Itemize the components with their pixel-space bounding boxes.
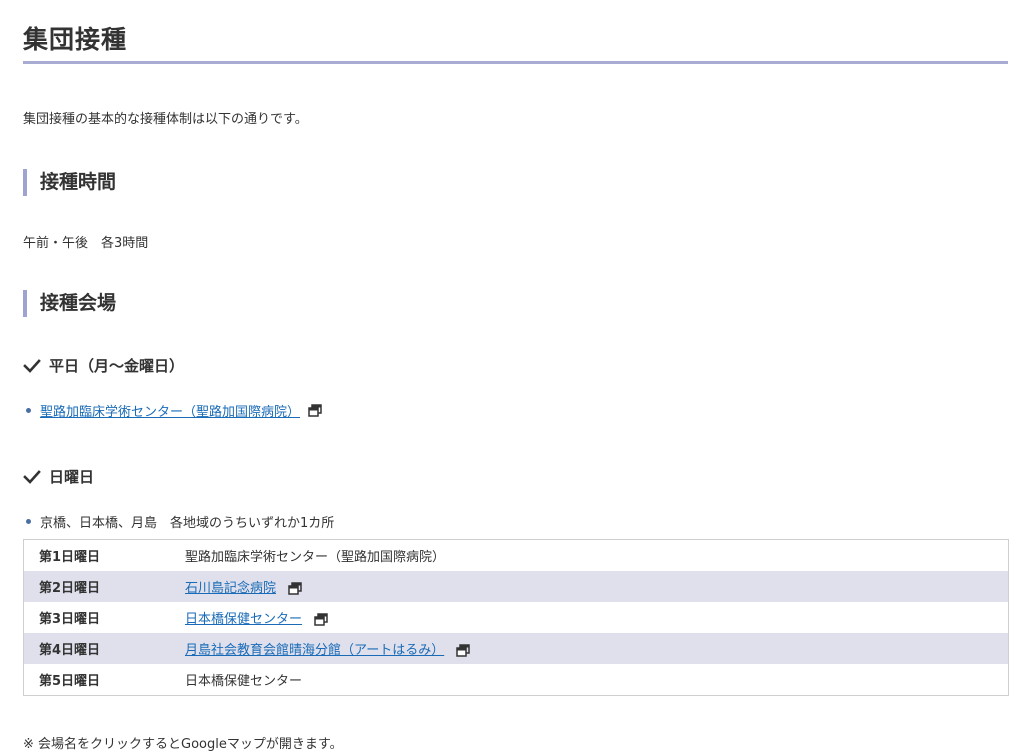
table-row: 第1日曜日 聖路加臨床学術センター（聖路加国際病院）: [24, 540, 1009, 572]
checkmark-icon: [23, 469, 41, 484]
schedule-venue-text: 聖路加臨床学術センター（聖路加国際病院）: [185, 550, 446, 565]
sunday-schedule-table: 第1日曜日 聖路加臨床学術センター（聖路加国際病院） 第2日曜日 石川島記念病院…: [23, 539, 1009, 696]
page-title: 集団接種: [23, 25, 128, 54]
schedule-venue: 石川島記念病院: [185, 571, 1009, 602]
venue-link-art-harumi[interactable]: 月島社会教育会館晴海分館（アートはるみ）: [185, 643, 444, 658]
schedule-venue: 日本橋保健センター: [185, 602, 1009, 633]
heading-venue: 接種会場: [23, 290, 116, 317]
external-window-icon: [314, 613, 328, 626]
external-window-icon: [308, 404, 322, 417]
title-underline: [23, 61, 1008, 64]
schedule-day: 第3日曜日: [39, 612, 101, 627]
venue-link-ishikawajima[interactable]: 石川島記念病院: [185, 581, 276, 596]
external-window-icon: [456, 644, 471, 657]
checkmark-icon: [23, 358, 41, 373]
heading-vaccination-time: 接種時間: [23, 169, 116, 196]
schedule-venue: 日本橋保健センター: [185, 664, 1009, 696]
schedule-day: 第4日曜日: [23, 633, 185, 664]
schedule-venue: 聖路加臨床学術センター（聖路加国際病院）: [185, 540, 1009, 572]
bullet-icon: [26, 408, 31, 413]
table-row: 第3日曜日 日本橋保健センター: [24, 602, 1009, 633]
vaccination-time-text: 午前・午後 各3時間: [23, 236, 149, 251]
table-row: 第5日曜日 日本橋保健センター: [24, 664, 1009, 696]
schedule-venue: 月島社会教育会館晴海分館（アートはるみ）: [185, 633, 1009, 664]
schedule-day: 第2日曜日: [23, 571, 185, 602]
table-row: 第4日曜日 月島社会教育会館晴海分館（アートはるみ）: [23, 633, 1009, 664]
map-note: ※ 会場名をクリックするとGoogleマップが開きます。: [23, 737, 343, 752]
heading-weekday-label: 平日（月～金曜日）: [49, 357, 185, 375]
sunday-area-text: 京橋、日本橋、月島 各地域のうちいずれか1カ所: [40, 516, 335, 531]
list-item: 京橋、日本橋、月島 各地域のうちいずれか1カ所: [23, 512, 334, 531]
schedule-day: 第5日曜日: [39, 674, 101, 689]
intro-text: 集団接種の基本的な接種体制は以下の通りです。: [23, 112, 308, 127]
list-item: 聖路加臨床学術センター（聖路加国際病院）: [23, 401, 322, 420]
external-window-icon: [288, 582, 302, 595]
heading-sunday: 日曜日: [23, 466, 94, 487]
heading-sunday-label: 日曜日: [49, 468, 95, 486]
schedule-venue-text: 日本橋保健センター: [185, 674, 303, 689]
venue-link-nihonbashi-health[interactable]: 日本橋保健センター: [185, 612, 302, 627]
bullet-icon: [26, 519, 31, 524]
heading-weekday: 平日（月～金曜日）: [23, 355, 184, 376]
schedule-day: 第1日曜日: [39, 550, 101, 565]
table-row: 第2日曜日 石川島記念病院: [23, 571, 1009, 602]
venue-link-seiroka[interactable]: 聖路加臨床学術センター（聖路加国際病院）: [40, 401, 300, 420]
